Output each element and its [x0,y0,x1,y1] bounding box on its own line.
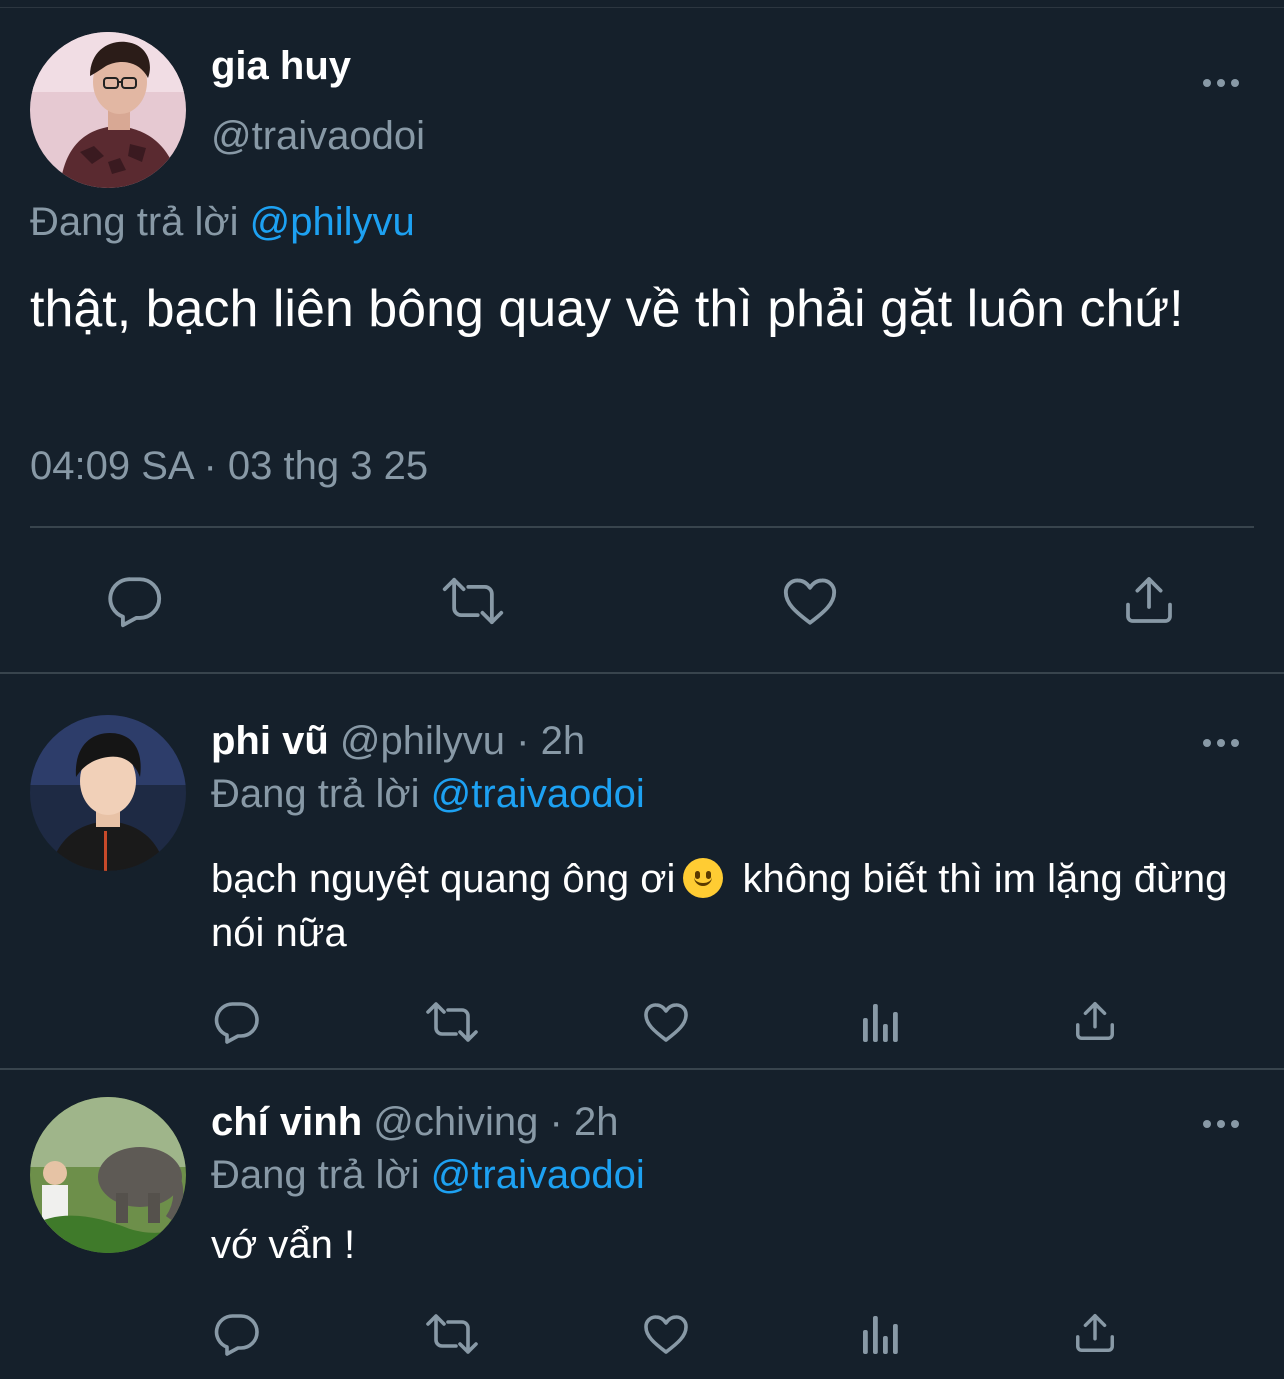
retweet-icon[interactable] [424,1310,480,1358]
reply-time[interactable]: · 2h [516,719,585,763]
reply-author-name[interactable]: chí vinh [211,1100,362,1144]
reply-text: bạch nguyệt quang ông ơi không biết thì … [211,852,1251,960]
avatar-chi-vinh[interactable] [30,1097,186,1253]
replying-to-mention[interactable]: @philyvu [250,200,415,244]
retweet-icon[interactable] [440,572,506,630]
top-divider [0,0,1284,8]
reply-icon[interactable] [213,998,261,1046]
more-options-icon[interactable] [1201,733,1241,753]
replying-to-label: Đang trả lời [211,1153,420,1197]
share-icon[interactable] [1072,1310,1118,1356]
tweet-thread: gia huy @traivaodoi Đang trả lời @philyv… [0,0,1284,1379]
avatar-gia-huy[interactable] [30,32,186,188]
tweet-timestamp[interactable]: 04:09 SA · 03 thg 3 25 [30,444,428,489]
section-divider [0,1068,1284,1070]
analytics-icon[interactable] [859,998,903,1044]
like-icon[interactable] [642,998,690,1046]
timestamp-divider [30,526,1254,528]
replying-to: Đang trả lời @philyvu [30,200,415,245]
replying-to-label: Đang trả lời [30,200,239,244]
reply-text: vớ vẩn ! [211,1223,356,1267]
more-options-icon[interactable] [1201,73,1241,93]
retweet-icon[interactable] [424,998,480,1046]
replying-to-label: Đang trả lời [211,772,420,816]
reply-author-name[interactable]: phi vũ [211,719,329,763]
avatar-phi-vu[interactable] [30,715,186,871]
section-divider [0,672,1284,674]
like-icon[interactable] [642,1310,690,1358]
reply-header: chí vinh @chiving · 2h [211,1100,618,1145]
replying-to-mention[interactable]: @traivaodoi [431,1153,645,1197]
reply-author-handle[interactable]: @philyvu [340,719,505,763]
reply-icon[interactable] [213,1310,261,1358]
analytics-icon[interactable] [859,1310,903,1356]
replying-to-mention[interactable]: @traivaodoi [431,772,645,816]
tweet-text: thật, bạch liên bông quay về thì phải gặ… [30,280,1184,338]
reply-text-part-1: bạch nguyệt quang ông ơi [211,857,676,901]
slightly-smiling-face-icon [683,858,724,898]
reply-author-handle[interactable]: @chiving [373,1100,538,1144]
reply-icon[interactable] [106,572,164,630]
share-icon[interactable] [1121,572,1177,628]
replying-to: Đang trả lời @traivaodoi [211,772,645,817]
share-icon[interactable] [1072,998,1118,1044]
reply-time[interactable]: · 2h [550,1100,619,1144]
replying-to: Đang trả lời @traivaodoi [211,1153,645,1198]
like-icon[interactable] [781,572,839,630]
reply-header: phi vũ @philyvu · 2h [211,719,585,764]
author-name[interactable]: gia huy [211,44,351,89]
more-options-icon[interactable] [1201,1114,1241,1134]
author-handle[interactable]: @traivaodoi [211,114,425,159]
